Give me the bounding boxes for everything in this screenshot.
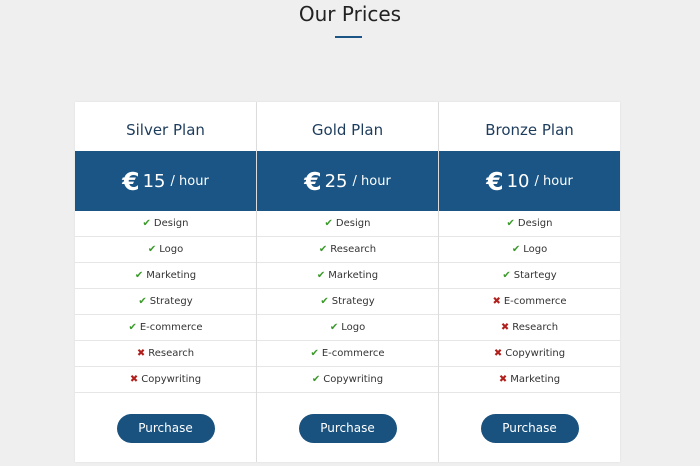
- check-icon: ✔: [320, 296, 329, 307]
- feature-label: Logo: [523, 244, 548, 255]
- cross-icon: ✖: [129, 374, 139, 385]
- check-icon: ✔: [311, 374, 321, 385]
- feature-label: Marketing: [146, 270, 197, 281]
- cross-icon: ✖: [493, 348, 503, 359]
- cross-icon: ✖: [492, 296, 501, 307]
- feature-label: Design: [517, 218, 553, 229]
- feature-label: Research: [512, 322, 559, 333]
- price-unit: / hour: [170, 173, 209, 189]
- pricing-card: Bronze Plan € 10 / hour ✔ Design ✔ Logo ✔ S…: [439, 102, 620, 462]
- price-band: € 10 / hour: [439, 151, 620, 211]
- feature-label: Strategy: [331, 296, 375, 307]
- price-unit: / hour: [534, 173, 573, 189]
- check-icon: ✔: [128, 322, 137, 333]
- feature-row: ✔ Marketing: [257, 263, 438, 289]
- feature-label: E-commerce: [139, 322, 203, 333]
- feature-label: Research: [148, 348, 195, 359]
- feature-row: ✔ Marketing: [75, 263, 256, 289]
- check-icon: ✔: [324, 218, 333, 229]
- page-title: Our Prices: [298, 2, 402, 26]
- feature-row: ✔ Design: [75, 211, 256, 237]
- feature-row: ✔ Strategy: [75, 289, 256, 315]
- purchase-button[interactable]: Purchase: [480, 413, 579, 443]
- feature-row: ✖ Copywriting: [439, 341, 620, 367]
- feature-row: ✖ Copywriting: [75, 367, 256, 393]
- euro-icon: €: [122, 166, 140, 196]
- feature-row: ✔ E-commerce: [75, 315, 256, 341]
- purchase-button[interactable]: Purchase: [116, 413, 215, 443]
- feature-row: ✔ Design: [439, 211, 620, 237]
- check-icon: ✔: [506, 218, 515, 229]
- feature-row: ✖ Marketing: [439, 367, 620, 393]
- pricing-cards: Silver Plan € 15 / hour ✔ Design ✔ Logo ✔ M…: [75, 102, 620, 462]
- plan-name: Silver Plan: [126, 121, 205, 139]
- check-icon: ✔: [147, 244, 157, 255]
- feature-label: Copywriting: [323, 374, 384, 385]
- feature-row: ✖ Research: [75, 341, 256, 367]
- price-amount: 25: [324, 170, 348, 192]
- title-underline: [335, 36, 362, 38]
- feature-label: Marketing: [328, 270, 379, 281]
- feature-row: ✔ Design: [257, 211, 438, 237]
- check-icon: ✔: [142, 218, 151, 229]
- check-icon: ✔: [134, 270, 144, 281]
- feature-label: Logo: [159, 244, 184, 255]
- price-band: € 15 / hour: [75, 151, 256, 211]
- check-icon: ✔: [329, 322, 339, 333]
- feature-row: ✖ Research: [439, 315, 620, 341]
- cross-icon: ✖: [498, 374, 508, 385]
- feature-label: Logo: [341, 322, 366, 333]
- feature-row: ✔ Logo: [439, 237, 620, 263]
- feature-row: ✔ E-commerce: [257, 341, 438, 367]
- price-band: € 25 / hour: [257, 151, 438, 211]
- feature-label: E-commerce: [503, 296, 567, 307]
- feature-row: ✔ Research: [257, 237, 438, 263]
- euro-icon: €: [304, 166, 322, 196]
- feature-label: Startegy: [513, 270, 557, 281]
- feature-label: Copywriting: [505, 348, 566, 359]
- feature-label: Copywriting: [141, 374, 202, 385]
- purchase-button[interactable]: Purchase: [298, 413, 397, 443]
- check-icon: ✔: [310, 348, 319, 359]
- plan-name: Gold Plan: [311, 121, 384, 139]
- cross-icon: ✖: [136, 348, 146, 359]
- feature-row: ✔ Startegy: [439, 263, 620, 289]
- pricing-card: Silver Plan € 15 / hour ✔ Design ✔ Logo ✔ M…: [75, 102, 257, 462]
- plan-name: Bronze Plan: [485, 121, 574, 139]
- feature-label: Design: [335, 218, 371, 229]
- pricing-card: Gold Plan € 25 / hour ✔ Design ✔ Research …: [257, 102, 439, 462]
- feature-row: ✔ Logo: [75, 237, 256, 263]
- price-unit: / hour: [352, 173, 391, 189]
- feature-label: Marketing: [510, 374, 561, 385]
- check-icon: ✔: [502, 270, 511, 281]
- euro-icon: €: [486, 166, 504, 196]
- feature-row: ✔ Strategy: [257, 289, 438, 315]
- feature-label: Strategy: [149, 296, 193, 307]
- cross-icon: ✖: [500, 322, 510, 333]
- price-amount: 15: [142, 170, 166, 192]
- check-icon: ✔: [316, 270, 326, 281]
- feature-row: ✖ E-commerce: [439, 289, 620, 315]
- feature-row: ✔ Logo: [257, 315, 438, 341]
- feature-row: ✔ Copywriting: [257, 367, 438, 393]
- feature-label: Research: [330, 244, 377, 255]
- check-icon: ✔: [318, 244, 328, 255]
- check-icon: ✔: [511, 244, 521, 255]
- check-icon: ✔: [138, 296, 147, 307]
- price-amount: 10: [506, 170, 530, 192]
- feature-label: Design: [153, 218, 189, 229]
- feature-label: E-commerce: [321, 348, 385, 359]
